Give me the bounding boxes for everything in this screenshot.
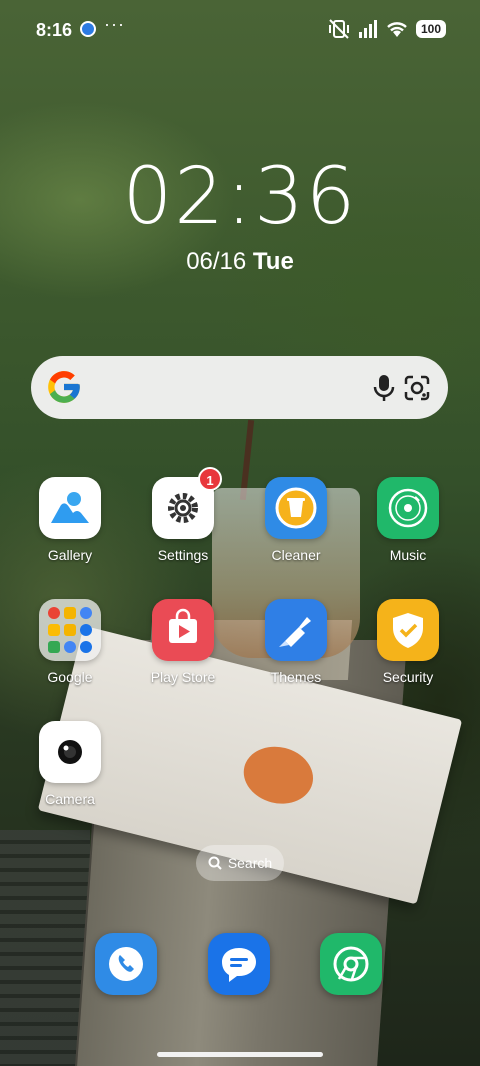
wifi-icon xyxy=(387,22,407,37)
app-label: Themes xyxy=(270,669,322,685)
app-label: Music xyxy=(389,547,427,563)
app-camera[interactable]: Camera xyxy=(15,721,125,807)
app-label: Play Store xyxy=(150,669,216,685)
app-label: Gallery xyxy=(47,547,93,563)
app-music[interactable]: Music xyxy=(353,477,463,563)
app-label: Security xyxy=(382,669,434,685)
weekday-text: Tue xyxy=(252,248,294,275)
clock-time[interactable]: 02:36 xyxy=(0,152,480,242)
dock-chrome[interactable] xyxy=(320,933,382,995)
notification-badge: 1 xyxy=(198,467,222,491)
app-label: Settings xyxy=(157,547,209,563)
app-notification-icon xyxy=(80,21,96,37)
google-search-bar[interactable] xyxy=(31,356,448,419)
app-security[interactable]: Security xyxy=(353,599,463,685)
security-shield-icon xyxy=(377,599,439,661)
cleaner-trash-icon xyxy=(265,477,327,539)
app-cleaner[interactable]: Cleaner xyxy=(241,477,351,563)
vibrate-off-icon xyxy=(328,19,349,39)
home-search-label: Search xyxy=(227,855,273,871)
app-settings[interactable]: 1 Settings xyxy=(128,467,238,563)
messages-icon xyxy=(222,948,256,982)
themes-brush-icon xyxy=(265,599,327,661)
play-store-icon xyxy=(152,599,214,661)
app-google-folder[interactable]: Google xyxy=(15,599,125,685)
gallery-icon xyxy=(39,477,101,539)
settings-gear-icon: 1 xyxy=(152,467,222,539)
app-label: Camera xyxy=(45,791,95,807)
status-time: 8:16 xyxy=(36,20,73,40)
search-icon xyxy=(208,856,222,870)
app-label: Cleaner xyxy=(271,547,321,563)
status-bar: 8:16 ··· 100 xyxy=(0,0,480,60)
music-disc-icon xyxy=(377,477,439,539)
google-folder-icon xyxy=(39,599,101,661)
dock-messages[interactable] xyxy=(208,933,270,995)
microphone-icon[interactable] xyxy=(371,374,397,402)
camera-icon xyxy=(39,721,101,783)
overflow-dots: ··· xyxy=(104,14,125,34)
gesture-navigation-bar[interactable] xyxy=(157,1052,323,1057)
chrome-icon xyxy=(333,946,369,982)
app-gallery[interactable]: Gallery xyxy=(15,477,125,563)
battery-indicator: 100 xyxy=(415,20,446,38)
app-play-store[interactable]: Play Store xyxy=(128,599,238,685)
signal-icon xyxy=(358,20,377,38)
google-lens-icon[interactable] xyxy=(403,374,431,402)
dock-phone[interactable] xyxy=(95,933,157,995)
wallpaper-rail xyxy=(0,830,90,1066)
date-text: 06/16 xyxy=(186,248,247,275)
phone-icon xyxy=(109,947,143,981)
app-themes[interactable]: Themes xyxy=(241,599,351,685)
app-label: Google xyxy=(47,669,93,685)
home-search-button[interactable]: Search xyxy=(196,845,284,881)
clock-date[interactable]: 06/16 Tue xyxy=(0,248,480,276)
google-logo-icon xyxy=(48,371,80,403)
